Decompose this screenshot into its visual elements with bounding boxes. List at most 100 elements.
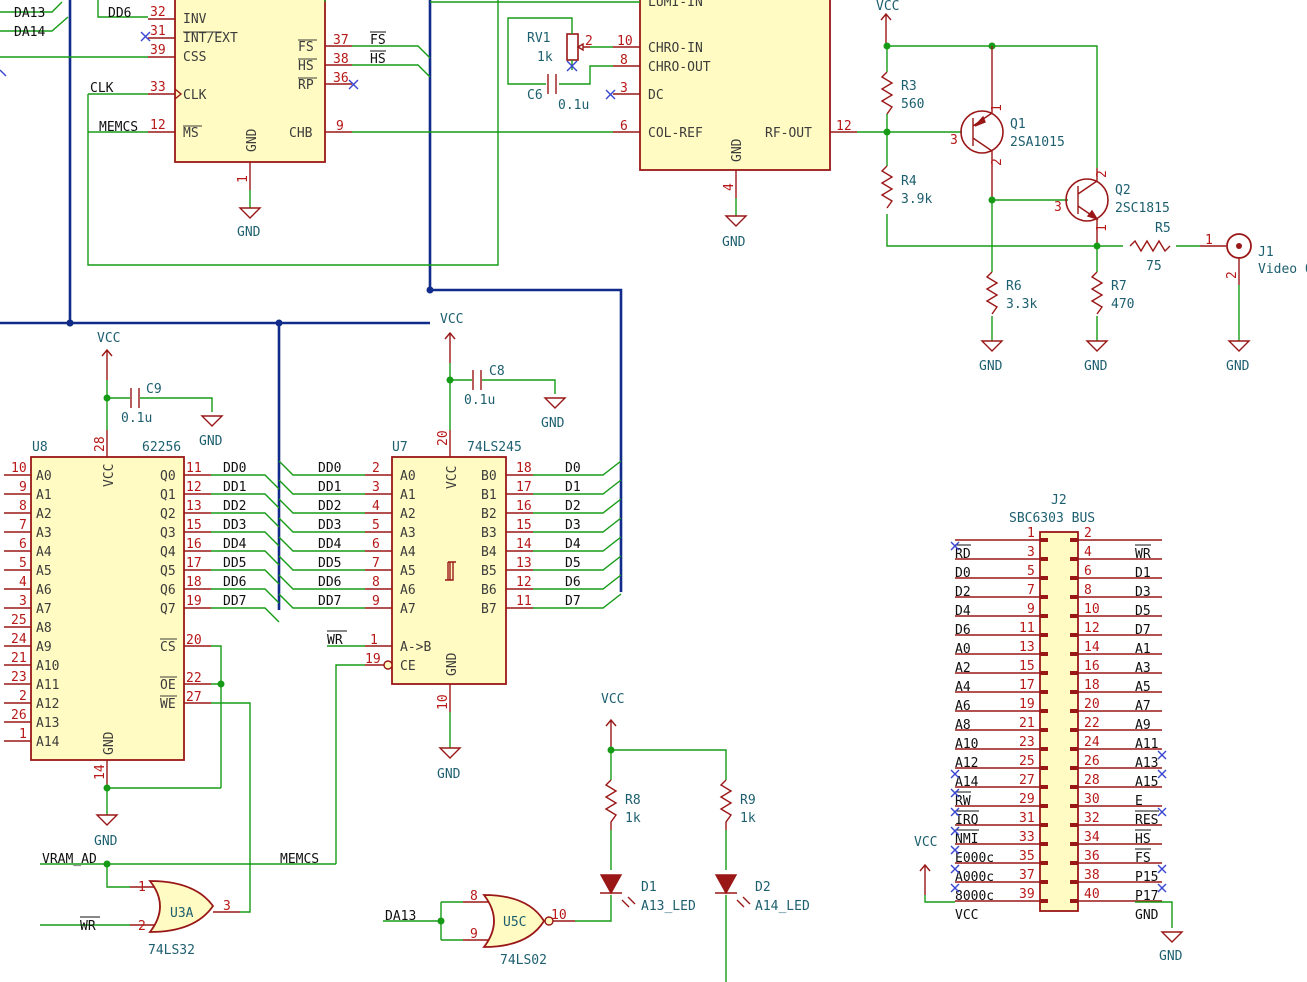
svg-text:R9: R9 [740,793,756,808]
svg-text:DA13: DA13 [385,909,416,924]
j2-signal-left: D2 [955,585,971,600]
j2-signal-right: P15 [1135,870,1158,885]
svg-text:GND: GND [1226,359,1250,374]
svg-text:470: 470 [1111,297,1134,312]
svg-text:2: 2 [1095,170,1110,178]
gnd-label-vdg: GND [237,225,261,240]
svg-text:GND: GND [979,359,1003,374]
svg-text:R8: R8 [625,793,641,808]
j2-pin-num-left: 3 [1027,545,1035,560]
u8-data-pin-name: Q4 [160,545,176,560]
u8-addr-pin-num: 23 [11,670,27,685]
u3a-or-gate: VRAM_AD MEMCS WR 1 2 3 U3A 74LS32 [40,852,336,958]
u8-data-pin-num: 19 [186,594,202,609]
j2-pin-num-left: 1 [1027,526,1035,541]
vdg-pin-num-rp: 36 [333,71,349,86]
u7-a-pin-num: 2 [372,461,380,476]
j2-pin-num-right: 14 [1084,640,1100,655]
j2-pin-num-right: 4 [1084,545,1092,560]
svg-text:U7: U7 [392,440,408,455]
net-label-dd6-vdg: DD6 [108,6,131,21]
u8-addr-pin-name: A4 [36,545,52,560]
net-label-da14: DA14 [14,25,45,40]
j2-pin-num-left: 31 [1019,811,1035,826]
j2-signal-left: E000c [955,851,994,866]
net-label-dd: DD1 [223,480,246,495]
j2-signal-right: A15 [1135,775,1158,790]
vdg-pin-num-intext: 31 [150,24,166,39]
svg-text:COL-REF: COL-REF [648,126,703,141]
net-label-d: D1 [565,480,581,495]
u5c-nor-gate: DA13 8 9 10 U5C 74LS02 [383,889,612,968]
u8-addr-pin-num: 3 [19,594,27,609]
net-label-dd: DD4 [223,537,247,552]
svg-text:VCC: VCC [876,0,899,14]
j2-pin-num-right: 32 [1084,811,1100,826]
u7-b-pin-num: 13 [516,556,532,571]
vdg-pin-ms: MS [183,126,199,141]
j2-pin-num-left: 23 [1019,735,1035,750]
svg-text:10: 10 [436,694,451,710]
svg-text:1k: 1k [625,811,641,826]
svg-text:RF-OUT: RF-OUT [765,126,812,141]
net-label-d: D5 [565,556,581,571]
net-label-clk: CLK [90,81,114,96]
c6-capacitor: C6 0.1u [527,74,589,113]
svg-text:GND: GND [102,731,117,755]
vdg-pin-num-gnd: 1 [236,175,251,183]
u7-buffer: U7 74LS245 2 A0 DD0 3 A1 DD1 4 A2 DD2 5 A3 DD3 6 A4 DD… [318,312,581,864]
u8-addr-pin-num: 2 [19,689,27,704]
net-label-da13: DA13 [14,6,45,21]
u8-data-pin-name: Q1 [160,488,176,503]
j2-signal-right: GND [1135,908,1159,923]
u8-addr-pin-name: A0 [36,469,52,484]
j2-pin-num-left: 19 [1019,697,1035,712]
u8-data-pin-num: 18 [186,575,202,590]
svg-text:1k: 1k [537,50,553,65]
vdg-pin-clk: CLK [183,88,207,103]
svg-text:D2: D2 [755,880,771,895]
net-label-dd: DD3 [318,518,341,533]
svg-text:C9: C9 [146,382,162,397]
j2-pin-num-left: 25 [1019,754,1035,769]
svg-text:74LS245: 74LS245 [467,440,522,455]
u8-addr-pin-num: 7 [19,518,27,533]
u7-b-pin-num: 17 [516,480,532,495]
vdg-pin-num-inv: 32 [150,5,166,20]
j2-pin-num-right: 40 [1084,887,1100,902]
svg-text:3: 3 [223,899,231,914]
svg-text:VCC: VCC [440,312,463,327]
j2-pin-num-right: 30 [1084,792,1100,807]
svg-text:20: 20 [186,633,202,648]
j2-pin-num-left: 39 [1019,887,1035,902]
svg-text:GND: GND [437,767,461,782]
svg-text:C8: C8 [489,364,505,379]
svg-text:J1: J1 [1258,245,1274,260]
j2-signal-right: D5 [1135,604,1151,619]
u7-a-pin-num: 4 [372,499,380,514]
u8-addr-pin-num: 4 [19,575,27,590]
video-output-stage: VCC R3 560 R4 3.9k 3 1 2 Q1 2SA1015 3 2 … [857,0,1307,374]
svg-text:6: 6 [620,119,628,134]
j2-pin-num-left: 11 [1019,621,1035,636]
svg-text:Q2: Q2 [1115,183,1131,198]
u8-data-pin-num: 11 [186,461,202,476]
svg-text:GND: GND [1084,359,1108,374]
j2-signal-left: D4 [955,604,971,619]
svg-text:R3: R3 [901,79,917,94]
u8-addr-pin-name: A6 [36,583,52,598]
j2-pin-num-right: 16 [1084,659,1100,674]
u8-addr-pin-name: A3 [36,526,52,541]
j2-pin-num-right: 18 [1084,678,1100,693]
net-label-d: D7 [565,594,581,609]
net-label-d: D4 [565,537,581,552]
svg-text:CHRO-OUT: CHRO-OUT [648,60,711,75]
svg-text:A->B: A->B [400,640,431,655]
vdg-pin-css: CSS [183,50,206,65]
led-indicators: VCC R8 1k R9 1k D1 A13_LED D2 A14_LED [599,692,810,982]
u8-addr-pin-num: 6 [19,537,27,552]
net-label-dd: DD2 [223,499,246,514]
svg-text:CE: CE [400,659,416,674]
svg-text:OE: OE [160,678,176,693]
j2-pin-num-left: 35 [1019,849,1035,864]
